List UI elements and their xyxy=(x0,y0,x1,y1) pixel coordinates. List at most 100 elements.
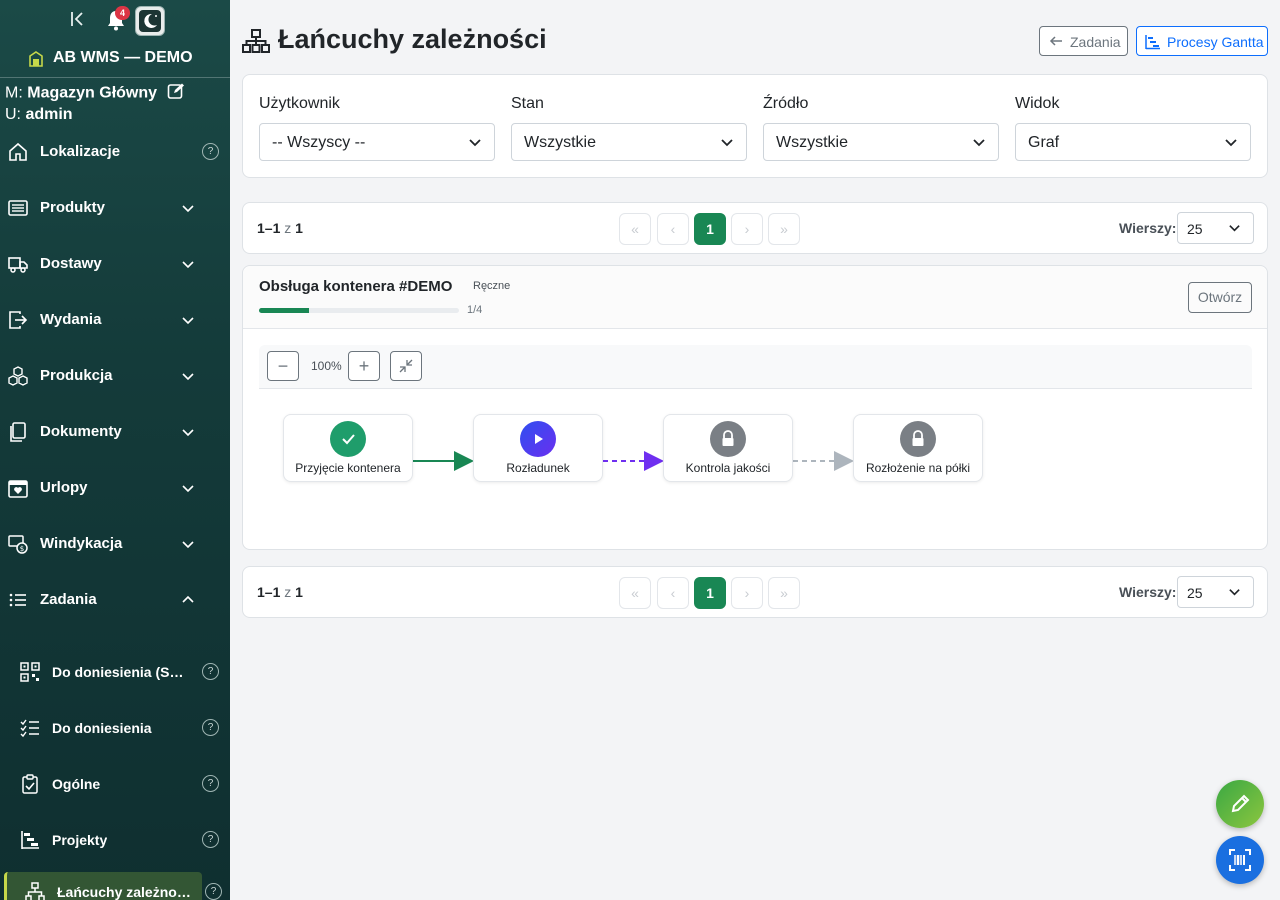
qr-code-icon xyxy=(20,662,40,682)
tasks-button[interactable]: Zadania xyxy=(1039,26,1128,56)
chevron-up-icon xyxy=(182,595,194,603)
home-icon xyxy=(9,142,27,161)
edit-fab-button[interactable] xyxy=(1216,780,1264,828)
diagram-icon xyxy=(242,29,270,53)
pager-count: 1–1 z 1 xyxy=(257,220,303,236)
collapse-sidebar-icon[interactable] xyxy=(70,10,90,32)
pager-range: 1–1 xyxy=(257,584,281,600)
brand: AB WMS — DEMO xyxy=(0,44,230,78)
node-label: Rozładunek xyxy=(506,461,570,475)
select-value: Wszystkie xyxy=(776,134,848,151)
pager-range: 1–1 xyxy=(257,220,281,236)
gantt-processes-button[interactable]: Procesy Gantta xyxy=(1136,26,1268,56)
sidebar-subitem-ogolne[interactable]: Ogólne ? xyxy=(0,764,230,804)
filter-label: Stan xyxy=(511,95,544,112)
sidebar-item-dostawy[interactable]: Dostawy xyxy=(0,244,230,284)
chain-node-rozlozenie[interactable]: Rozłożenie na półki xyxy=(853,414,983,482)
state-select[interactable]: Wszystkie xyxy=(511,123,747,161)
sidebar-item-label: Urlopy xyxy=(40,479,88,496)
prev-page-button[interactable]: ‹ xyxy=(657,577,689,609)
sidebar-item-urlopy[interactable]: Urlopy xyxy=(0,468,230,508)
sidebar-subitem-label: Do doniesienia (Skaner) xyxy=(52,664,188,680)
theme-toggle-icon[interactable] xyxy=(135,6,165,36)
sidebar-item-label: Wydania xyxy=(40,311,102,328)
select-value: 25 xyxy=(1187,585,1203,601)
prev-page-button[interactable]: ‹ xyxy=(657,213,689,245)
source-select[interactable]: Wszystkie xyxy=(763,123,999,161)
next-page-button[interactable]: › xyxy=(731,213,763,245)
tasks-button-label: Zadania xyxy=(1070,34,1121,50)
sidebar-item-label: Produkty xyxy=(40,199,106,216)
truck-icon xyxy=(8,257,28,273)
warehouse-name: Magazyn Główny xyxy=(27,84,158,102)
chevron-down-icon xyxy=(1229,225,1240,232)
current-page-button[interactable]: 1 xyxy=(694,577,726,609)
sidebar-item-label: Zadania xyxy=(40,591,97,608)
sidebar-subitem-projekty[interactable]: Projekty ? xyxy=(0,820,230,860)
sidebar-item-wydania[interactable]: Wydania xyxy=(0,300,230,340)
help-icon[interactable]: ? xyxy=(202,663,219,680)
page-title: Łańcuchy zależności xyxy=(278,24,547,54)
help-icon[interactable]: ? xyxy=(205,883,222,900)
pager-top: 1–1 z 1 « ‹ 1 › » Wierszy: 25 xyxy=(242,202,1268,254)
warehouse-prefix: M: xyxy=(5,84,23,102)
edit-icon[interactable] xyxy=(167,82,185,105)
rows-per-page-select[interactable]: 25 xyxy=(1177,212,1254,244)
cash-coin-icon: $ xyxy=(8,535,28,554)
help-icon[interactable]: ? xyxy=(202,143,219,160)
view-select[interactable]: Graf xyxy=(1015,123,1251,161)
user-name: admin xyxy=(25,106,73,123)
diagram-icon xyxy=(25,882,45,900)
chevron-down-icon xyxy=(1225,139,1237,147)
chevron-down-icon xyxy=(721,139,733,147)
sidebar-item-produkcja[interactable]: Produkcja xyxy=(0,356,230,396)
sidebar-top: 4 xyxy=(0,0,230,42)
sidebar-item-produkty[interactable]: Produkty xyxy=(0,188,230,228)
help-icon[interactable]: ? xyxy=(202,719,219,736)
first-page-button[interactable]: « xyxy=(619,577,651,609)
sidebar-item-label: Dokumenty xyxy=(40,423,122,440)
sidebar-item-windykacja[interactable]: $ Windykacja xyxy=(0,524,230,564)
sidebar-item-dokumenty[interactable]: Dokumenty xyxy=(0,412,230,452)
sidebar-subitem-label: Do doniesienia xyxy=(52,720,152,736)
sidebar-subitem-do-doniesienia-skaner[interactable]: Do doniesienia (Skaner) ? xyxy=(0,652,230,692)
pager-of: z xyxy=(284,220,292,236)
user-select[interactable]: -- Wszyscy -- xyxy=(259,123,495,161)
node-label: Kontrola jakości xyxy=(685,461,771,475)
gantt-icon xyxy=(21,831,39,849)
next-page-button[interactable]: › xyxy=(731,577,763,609)
help-icon[interactable]: ? xyxy=(202,775,219,792)
box-arrow-right-icon xyxy=(9,311,28,329)
help-icon[interactable]: ? xyxy=(202,831,219,848)
filters-panel: Użytkownik -- Wszyscy -- Stan Wszystkie … xyxy=(242,74,1268,178)
sidebar-item-label: Lokalizacje xyxy=(40,143,121,160)
clipboard-check-icon xyxy=(22,774,38,794)
chevron-down-icon xyxy=(182,429,194,437)
rows-per-page-select[interactable]: 25 xyxy=(1177,576,1254,608)
last-page-button[interactable]: » xyxy=(768,213,800,245)
chain-node-przyjecie[interactable]: Przyjęcie kontenera xyxy=(283,414,413,482)
arrow-left-icon xyxy=(1049,36,1062,46)
gantt-processes-button-label: Procesy Gantta xyxy=(1167,34,1264,50)
chevron-down-icon xyxy=(469,139,481,147)
current-page-button[interactable]: 1 xyxy=(694,213,726,245)
select-value: Graf xyxy=(1028,134,1060,151)
last-page-button[interactable]: » xyxy=(768,577,800,609)
filter-label: Źródło xyxy=(763,95,809,112)
scan-fab-button[interactable] xyxy=(1216,836,1264,884)
warehouse-icon xyxy=(29,51,43,67)
pencil-icon xyxy=(1231,794,1250,813)
select-value: 25 xyxy=(1187,221,1203,237)
chevron-down-icon xyxy=(182,317,194,325)
sidebar-item-lokalizacje[interactable]: Lokalizacje ? xyxy=(0,132,230,172)
sidebar-subitem-lancuchy[interactable]: Łańcuchy zależności ? xyxy=(4,872,222,900)
sidebar-subitem-do-doniesienia[interactable]: Do doniesienia ? xyxy=(0,708,230,748)
chain-node-kontrola[interactable]: Kontrola jakości xyxy=(663,414,793,482)
graph-edges xyxy=(413,451,854,471)
filter-label: Widok xyxy=(1015,95,1060,112)
rows-label: Wierszy: xyxy=(1119,220,1177,236)
first-page-button[interactable]: « xyxy=(619,213,651,245)
sidebar-item-zadania[interactable]: Zadania xyxy=(0,580,230,620)
chain-node-rozladunek[interactable]: Rozładunek xyxy=(473,414,603,482)
lock-icon xyxy=(900,421,936,457)
